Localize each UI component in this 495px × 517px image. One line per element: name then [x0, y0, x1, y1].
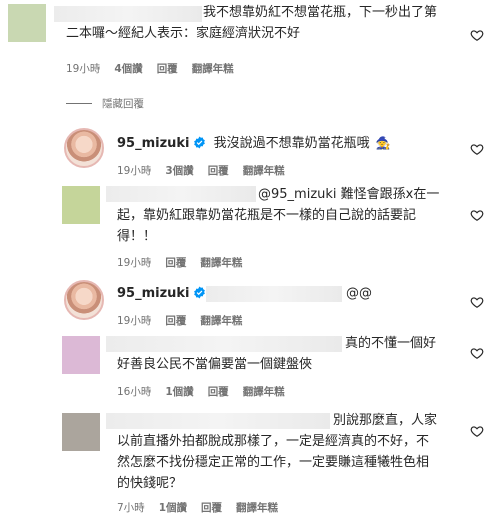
translate-button[interactable]: 翻譯年糕: [243, 384, 285, 399]
blurred-username: [106, 336, 342, 352]
username-link[interactable]: 95_mizuki: [117, 136, 190, 151]
commenter-avatar[interactable]: [62, 186, 100, 224]
reply-meta: 19小時 回覆 翻譯年糕: [117, 255, 242, 270]
heart-outline-icon[interactable]: [470, 28, 484, 42]
like-count-button[interactable]: 1個讚: [165, 384, 193, 399]
reply-time: 7小時: [117, 502, 145, 514]
reply-text-line: 95_mizuki 我沒說過不想靠奶當花瓶哦 🧙: [117, 133, 391, 154]
reply-button[interactable]: 回覆: [208, 384, 229, 399]
reply-meta: 19小時 回覆 翻譯年糕: [117, 313, 242, 328]
reply-text-line: 以前直播外拍都脫成那樣了，一定是經濟真的不好，不: [117, 434, 430, 449]
comment-text-line: 我不想靠奶紅不想當花瓶，下一秒出了第: [203, 5, 438, 20]
reply-text-line: @95_mizuki 難怪會跟孫x在一: [258, 187, 440, 202]
verified-badge-icon: [193, 286, 205, 299]
commenter-avatar[interactable]: [62, 336, 100, 374]
translate-button[interactable]: 翻譯年糕: [200, 255, 242, 270]
reply-text-line: 別說那麼直，人家: [333, 413, 438, 428]
mizuki-avatar[interactable]: [64, 128, 104, 168]
commenter-avatar[interactable]: [62, 413, 100, 451]
reply-button[interactable]: 回覆: [208, 163, 229, 178]
like-count-button[interactable]: 4個讚: [114, 61, 142, 76]
reply-button[interactable]: 回覆: [165, 255, 186, 270]
reply-button[interactable]: 回覆: [165, 313, 186, 328]
heart-outline-icon[interactable]: [470, 142, 484, 156]
reply-button[interactable]: 回覆: [201, 500, 222, 515]
wizard-emoji: 🧙: [375, 136, 391, 150]
heart-outline-icon[interactable]: [470, 424, 484, 438]
reply-time: 19小時: [117, 315, 152, 327]
verified-badge-icon: [193, 136, 205, 149]
comment-time: 19小時: [66, 63, 101, 75]
reply-text: @@: [346, 286, 372, 301]
blurred-username: [106, 413, 330, 429]
translate-button[interactable]: 翻譯年糕: [236, 500, 278, 515]
like-count-button[interactable]: 1個讚: [159, 500, 187, 515]
reply-text-line: 的快錢呢？: [117, 476, 183, 491]
translate-button[interactable]: 翻譯年糕: [243, 163, 285, 178]
reply-time: 19小時: [117, 165, 152, 177]
comment-meta: 19小時 4個讚 回覆 翻譯年糕: [66, 61, 234, 76]
reply-meta: 7小時 1個讚 回覆 翻譯年糕: [117, 500, 278, 515]
reply-time: 16小時: [117, 386, 152, 398]
reply-time: 19小時: [117, 257, 152, 269]
blurred-username: [54, 6, 202, 22]
reply-text-line: 好善良公民不當偏要當一個鍵盤俠: [117, 357, 313, 372]
comment-text-line: 二本囉～經紀人表示：家庭經濟狀況不好: [66, 26, 301, 41]
translate-button[interactable]: 翻譯年糕: [200, 313, 242, 328]
reply-text-line: 然怎麼不找份穩定正常的工作，一定要賺這種犧牲色相: [117, 455, 430, 470]
reply-button[interactable]: 回覆: [157, 61, 178, 76]
like-count-button[interactable]: 3個讚: [165, 163, 193, 178]
reply-text: 我沒說過不想靠奶當花瓶哦: [213, 136, 370, 151]
heart-outline-icon[interactable]: [470, 208, 484, 222]
reply-text-line: 真的不懂一個好: [345, 336, 437, 351]
blurred-mention: [206, 286, 342, 302]
mizuki-avatar[interactable]: [64, 280, 104, 320]
username-link[interactable]: 95_mizuki: [117, 286, 190, 301]
divider-line: [66, 103, 92, 104]
reply-text-line: 得！！: [117, 229, 157, 244]
reply-meta: 16小時 1個讚 回覆 翻譯年糕: [117, 384, 285, 399]
blurred-username: [106, 186, 256, 202]
commenter-avatar[interactable]: [8, 4, 46, 42]
reply-text-line: 起，靠奶紅跟靠奶當花瓶是不一樣的自己說的話要記: [117, 208, 417, 223]
reply-meta: 19小時 3個讚 回覆 翻譯年糕: [117, 163, 285, 178]
heart-outline-icon[interactable]: [470, 346, 484, 360]
hide-replies-label: 隱藏回覆: [102, 98, 144, 110]
reply-text-line: 95_mizuki: [117, 284, 206, 304]
hide-replies-toggle[interactable]: 隱藏回覆: [66, 96, 144, 111]
translate-button[interactable]: 翻譯年糕: [192, 61, 234, 76]
heart-outline-icon[interactable]: [470, 295, 484, 309]
